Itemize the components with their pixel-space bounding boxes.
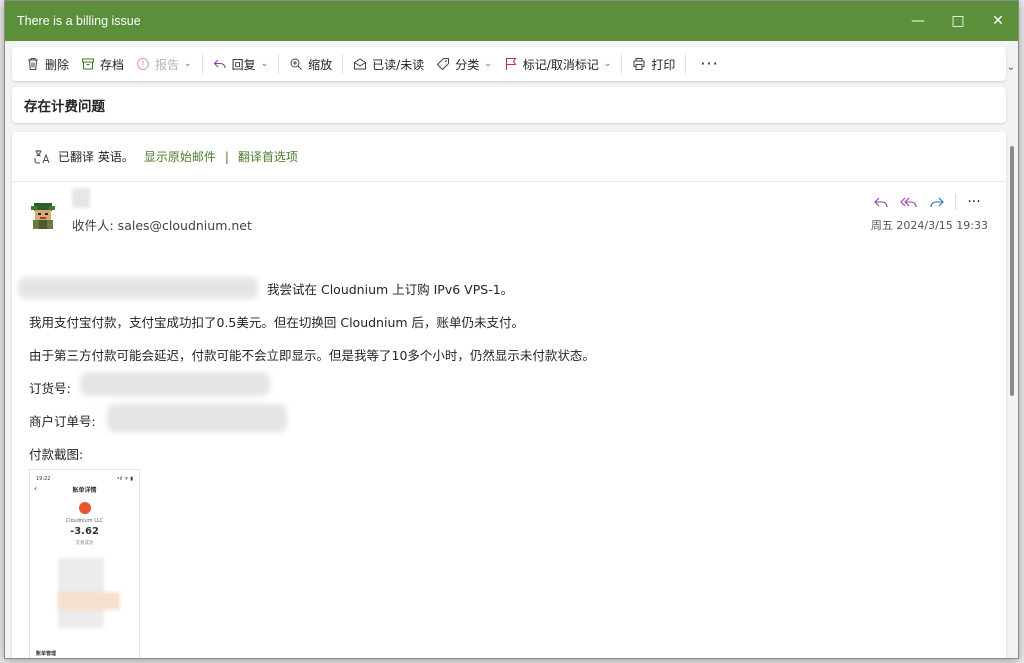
flag-icon (505, 57, 517, 70)
printer-icon (633, 58, 645, 70)
toolbar-divider (278, 54, 280, 74)
reply-icon (213, 59, 226, 69)
reply-button[interactable]: 回复 ⌄ (207, 51, 275, 77)
message-card: 已翻译 英语。 显示原始邮件 | 翻译首选项 收件人: sales@cloudn… (12, 132, 1006, 658)
chevron-down-icon[interactable]: ⌄ (604, 59, 612, 69)
scrollbar[interactable] (1010, 146, 1014, 396)
reply-all-icon (900, 197, 917, 208)
title-bar: There is a billing issue — □ ✕ (5, 1, 1018, 41)
recipient-line: 收件人: sales@cloudnium.net (72, 218, 252, 233)
show-original-link[interactable]: 显示原始邮件 (144, 148, 216, 165)
actions-divider (955, 194, 956, 210)
translation-preferences-link[interactable]: 翻译首选项 (238, 148, 298, 165)
maximize-button[interactable]: □ (938, 1, 978, 41)
forward-icon (930, 197, 944, 208)
chevron-down-icon[interactable]: ⌄ (484, 59, 492, 69)
ribbon-toolbar: 删除 存档 报告 ⌄ 回复 ⌄ 缩放 已读/未读 分类 ⌄ 标记/取消标记 ⌄ … (12, 47, 1006, 81)
read-unread-label: 已读/未读 (372, 57, 425, 72)
print-label: 打印 (651, 57, 676, 72)
archive-button[interactable]: 存档 (75, 51, 130, 77)
order-number-label: 订货号: (29, 381, 71, 396)
read-unread-button[interactable]: 已读/未读 (347, 51, 430, 77)
redacted-order-number (80, 372, 270, 396)
avatar[interactable] (27, 200, 59, 230)
merchant-name: Cloudnium LLC (65, 518, 104, 524)
toolbar-divider (621, 54, 623, 74)
message-more-button[interactable]: ··· (960, 192, 988, 212)
body-line-2: 我用支付宝付款，支付宝成功扣了0.5美元。但在切换回 Cloudnium 后，账… (29, 315, 525, 330)
toolbar-divider (685, 54, 687, 74)
body-line-1: 我尝试在 Cloudnium 上订购 IPv6 VPS-1。 (267, 282, 514, 297)
sender-name-redacted (72, 188, 90, 208)
merchant-logo (79, 502, 91, 514)
zoom-icon (290, 58, 303, 70)
link-divider: | (224, 149, 229, 164)
warning-circle-icon (137, 58, 150, 70)
zoom-label: 缩放 (308, 57, 333, 72)
zoom-button[interactable]: 缩放 (283, 51, 338, 77)
reply-all-action-button[interactable] (895, 192, 923, 212)
archive-icon (82, 58, 95, 70)
chevron-down-icon[interactable]: ⌄ (261, 59, 269, 69)
chevron-down-icon[interactable]: ⌄ (1007, 62, 1015, 73)
flag-button[interactable]: 标记/取消标记 ⌄ (498, 51, 618, 77)
reply-icon (874, 197, 888, 208)
toolbar-divider (201, 54, 203, 74)
body-line-3: 由于第三方付款可能会延迟，付款可能不会立即显示。但是我等了10多个小时，仍然显示… (29, 348, 595, 363)
forward-action-button[interactable] (923, 192, 951, 212)
translation-bar: 已翻译 英语。 显示原始邮件 | 翻译首选项 (12, 132, 1006, 182)
print-button[interactable]: 打印 (626, 51, 681, 77)
categorize-label: 分类 (455, 57, 480, 72)
redacted-highlight (58, 592, 120, 610)
categorize-button[interactable]: 分类 ⌄ (430, 51, 498, 77)
delete-label: 删除 (45, 57, 70, 72)
screenshot-label: 付款截图: (29, 447, 84, 462)
window-title: There is a billing issue (17, 14, 141, 28)
message-date: 周五 2024/3/15 19:33 (870, 219, 988, 232)
report-button[interactable]: 报告 ⌄ (130, 51, 198, 77)
phone-status-icons: •ıl ᯤ ▮ (116, 476, 133, 482)
minimize-button[interactable]: — (898, 1, 938, 41)
translation-status: 已翻译 英语。 (58, 150, 134, 164)
subject-card: 存在计费问题 (12, 87, 1006, 123)
redacted-merchant-order (107, 404, 287, 432)
payment-amount: -3.62 (70, 526, 99, 537)
bill-header: 账单详情 (72, 487, 97, 494)
translate-icon (34, 149, 50, 163)
bill-management-label: 账单管理 (36, 651, 57, 657)
chevron-down-icon: ⌄ (184, 59, 192, 69)
toolbar-divider (342, 54, 344, 74)
sender-header: 收件人: sales@cloudnium.net ··· 周五 2024/3/1… (12, 182, 1006, 254)
archive-label: 存档 (100, 57, 125, 72)
message-subject: 存在计费问题 (24, 99, 105, 115)
tag-icon (437, 58, 450, 71)
envelope-open-icon (354, 58, 367, 70)
payment-status: 交易成功 (75, 541, 94, 546)
report-label: 报告 (155, 57, 180, 72)
reply-action-button[interactable] (867, 192, 895, 212)
phone-time: 19:22 (36, 476, 51, 482)
redacted-text (18, 277, 258, 299)
close-button[interactable]: ✕ (978, 1, 1018, 41)
trash-icon (28, 58, 38, 70)
payment-screenshot[interactable]: 19:22 •ıl ᯤ ▮ ‹ 账单详情 Cloudnium LLC -3.62… (29, 469, 140, 658)
flag-label: 标记/取消标记 (522, 57, 599, 72)
message-actions: ··· (867, 192, 988, 212)
more-options-button[interactable]: ··· (690, 51, 728, 77)
delete-button[interactable]: 删除 (20, 51, 75, 77)
reply-label: 回复 (231, 57, 256, 72)
message-window: There is a billing issue — □ ✕ 删除 存档 报告 … (4, 0, 1019, 659)
merchant-order-label: 商户订单号: (29, 414, 96, 429)
